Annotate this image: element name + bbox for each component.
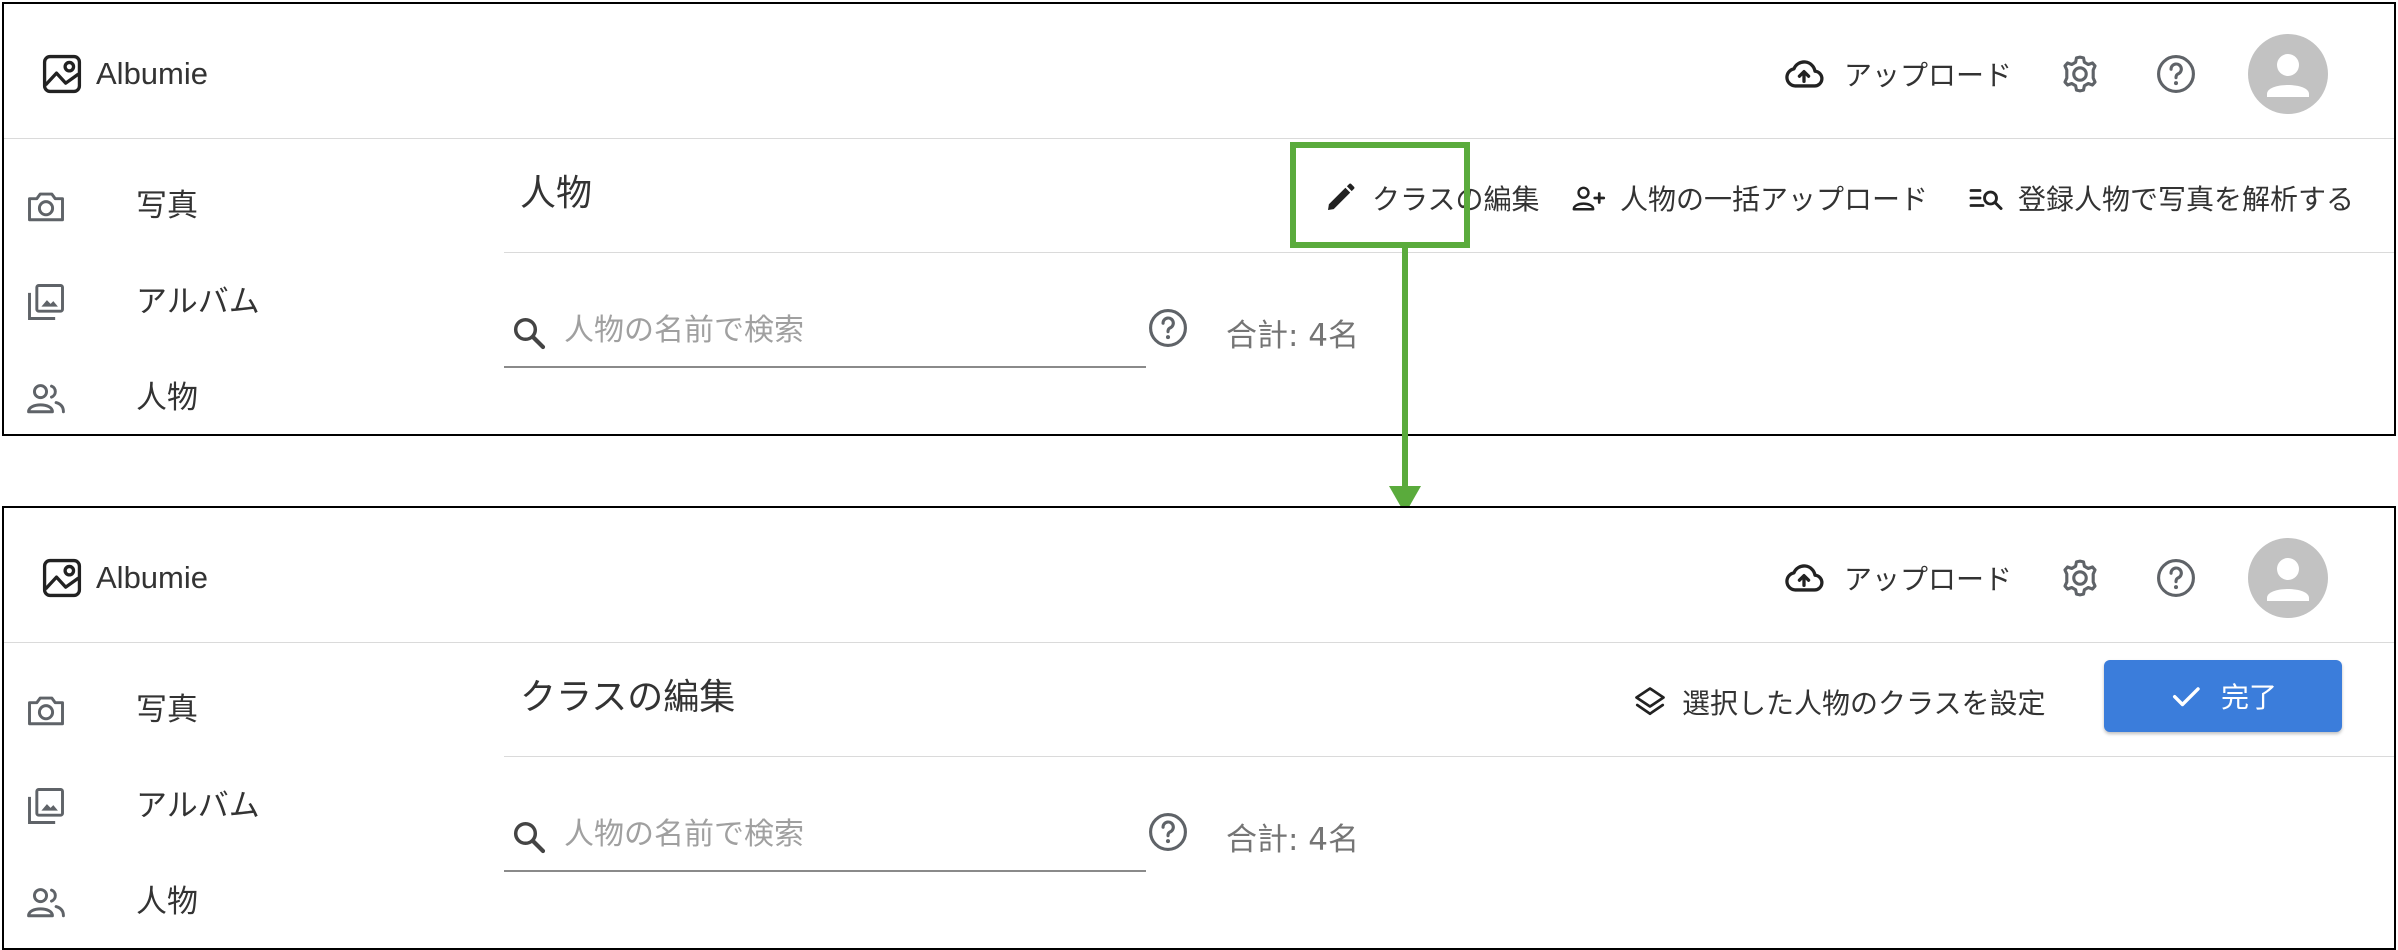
upload-label: アップロード	[1844, 59, 2013, 92]
set-class-label: 選択した人物のクラスを設定	[1682, 687, 2046, 720]
app-header: Albumie アップロード	[4, 508, 2394, 643]
search-field	[504, 798, 1146, 872]
people-icon	[27, 384, 65, 414]
page-toolbar: 人物 クラスの編集 人物の一括アップロード 登録人物で写真を解析する	[504, 138, 2394, 253]
sidebar-item-label: 写真	[136, 692, 198, 728]
search-input[interactable]	[564, 810, 1134, 858]
app-header: Albumie アップロード	[4, 4, 2394, 139]
edit-class-label: クラスの編集	[1372, 183, 1540, 216]
sidebar-item-label: 人物	[136, 884, 198, 920]
screen-edit-class: Albumie アップロード 写真 アルバム 人物 クラスの編集 選択した人物の…	[2, 506, 2396, 950]
analyze-button[interactable]: 登録人物で写真を解析する	[1968, 178, 2354, 218]
search-icon	[513, 317, 546, 350]
bulk-upload-label: 人物の一括アップロード	[1620, 183, 1929, 216]
cloud-upload-icon	[1785, 564, 1824, 592]
logo-icon	[42, 558, 82, 598]
avatar[interactable]	[2248, 34, 2328, 114]
page-title: 人物	[520, 173, 593, 214]
total-count: 合計: 4名	[1226, 318, 1360, 354]
page-title: クラスの編集	[520, 677, 736, 718]
done-button[interactable]: 完了	[2104, 660, 2342, 732]
people-icon	[27, 888, 65, 918]
person-add-icon	[1572, 186, 1606, 211]
gear-icon[interactable]	[2058, 556, 2102, 600]
logo-icon	[42, 54, 82, 94]
set-class-button[interactable]: 選択した人物のクラスを設定	[1632, 682, 2045, 722]
pencil-icon	[1328, 183, 1355, 210]
sidebar-item-label: 写真	[136, 188, 198, 224]
layers-icon	[1635, 687, 1665, 716]
upload-label: アップロード	[1844, 563, 2013, 596]
upload-button[interactable]: アップロード	[1782, 50, 2012, 98]
sidebar-item-label: 人物	[136, 380, 198, 416]
avatar[interactable]	[2248, 538, 2328, 618]
sidebar-item-photos[interactable]: 写真	[4, 672, 464, 744]
help-icon[interactable]	[2154, 556, 2198, 600]
camera-icon	[28, 192, 64, 222]
upload-button[interactable]: アップロード	[1782, 554, 2012, 602]
bulk-upload-button[interactable]: 人物の一括アップロード	[1570, 178, 1928, 218]
sidebar-item-label: アルバム	[136, 284, 260, 320]
analyze-label: 登録人物で写真を解析する	[2018, 183, 2355, 216]
manage-search-icon	[1969, 189, 2003, 210]
search-icon	[513, 821, 546, 854]
app-name[interactable]: Albumie	[96, 54, 208, 94]
search-field	[504, 294, 1146, 368]
photo-library-icon	[28, 788, 64, 824]
app-name[interactable]: Albumie	[96, 558, 208, 598]
search-input[interactable]	[564, 306, 1134, 354]
help-icon[interactable]	[2154, 52, 2198, 96]
sidebar-item-photos[interactable]: 写真	[4, 168, 464, 240]
camera-icon	[28, 696, 64, 726]
photo-library-icon	[28, 284, 64, 320]
done-label: 完了	[2220, 681, 2277, 714]
sidebar-item-people[interactable]: 人物	[4, 360, 464, 432]
person-icon	[2267, 558, 2309, 601]
check-icon	[2172, 687, 2200, 707]
gear-icon[interactable]	[2058, 52, 2102, 96]
cloud-upload-icon	[1785, 60, 1824, 88]
sidebar-item-label: アルバム	[136, 788, 260, 824]
sidebar-item-albums[interactable]: アルバム	[4, 768, 464, 840]
sidebar-item-albums[interactable]: アルバム	[4, 264, 464, 336]
sidebar-item-people[interactable]: 人物	[4, 864, 464, 936]
edit-class-button[interactable]: クラスの編集	[1322, 178, 1539, 218]
help-icon[interactable]	[1146, 810, 1190, 854]
screen-persons: Albumie アップロード 写真 アルバム 人物 人物 クラスの編集 人物の一…	[2, 2, 2396, 436]
person-icon	[2267, 54, 2309, 97]
total-count: 合計: 4名	[1226, 822, 1360, 858]
help-icon[interactable]	[1146, 306, 1190, 350]
